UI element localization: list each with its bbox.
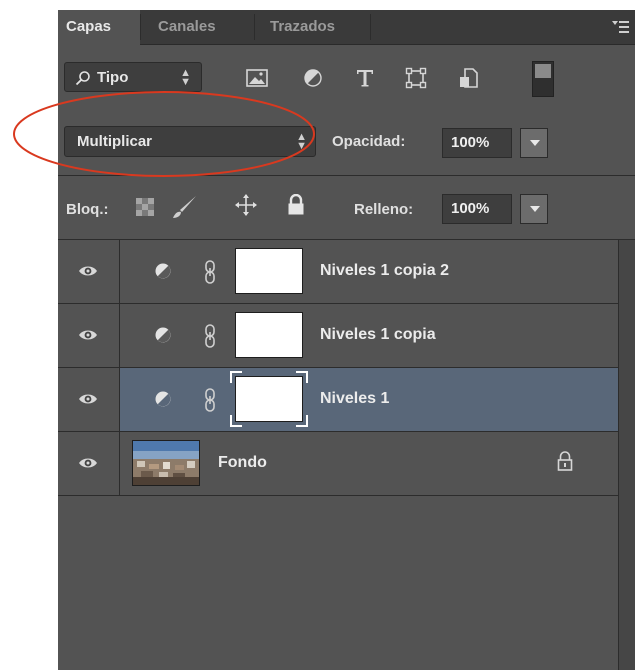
levels-adjustment-icon[interactable] [154, 262, 172, 280]
eye-visibility-icon[interactable] [78, 392, 98, 406]
image-filter-icon[interactable] [245, 66, 269, 90]
layer-row-niveles-1-copia[interactable]: Niveles 1 copia [58, 304, 618, 368]
visibility-column [58, 432, 120, 495]
tab-canales[interactable]: Canales [150, 10, 224, 44]
layer-image-thumbnail[interactable] [132, 440, 200, 486]
tab-separator [140, 14, 141, 40]
link-chain-icon[interactable] [204, 324, 216, 348]
eye-visibility-icon[interactable] [78, 456, 98, 470]
panel-tab-bar: Capas Canales Trazados [58, 10, 635, 45]
layers-scrollbar[interactable] [618, 240, 635, 670]
fill-dropdown-button[interactable] [520, 194, 548, 224]
visibility-column [58, 304, 120, 367]
opacity-dropdown-button[interactable] [520, 128, 548, 158]
levels-adjustment-icon[interactable] [154, 390, 172, 408]
layer-mask-thumbnail[interactable] [235, 312, 303, 358]
visibility-column [58, 368, 120, 431]
panel-menu-icon[interactable] [611, 18, 629, 36]
shape-filter-icon[interactable] [404, 66, 428, 90]
search-icon [75, 71, 90, 86]
cityscape-photo-icon [133, 441, 199, 485]
layer-name[interactable]: Fondo [218, 454, 267, 472]
opacity-input[interactable]: 100% [442, 128, 512, 158]
layer-name[interactable]: Niveles 1 [320, 390, 389, 408]
filter-toggle-switch[interactable] [532, 61, 554, 97]
layer-row-fondo[interactable]: Fondo [58, 432, 618, 496]
layer-row-niveles-1-copia-2[interactable]: Niveles 1 copia 2 [58, 240, 618, 304]
tab-capas[interactable]: Capas [58, 10, 140, 45]
layer-row-niveles-1[interactable]: Niveles 1 [58, 368, 618, 432]
tab-trazados[interactable]: Trazados [262, 10, 343, 44]
opacity-label: Opacidad: [332, 133, 406, 150]
layer-name[interactable]: Niveles 1 copia [320, 326, 436, 344]
lock-transparent-pixels-icon[interactable] [136, 198, 154, 216]
type-filter-icon[interactable] [353, 66, 377, 90]
mask-selected-corners [230, 371, 308, 427]
select-arrows-icon: ▲ ▼ [180, 67, 191, 88]
fill-label: Relleno: [354, 201, 414, 218]
toggle-knob [535, 64, 551, 78]
fill-input[interactable]: 100% [442, 194, 512, 224]
link-chain-icon[interactable] [204, 260, 216, 284]
link-chain-icon[interactable] [204, 388, 216, 412]
layer-lock-icon[interactable] [556, 450, 574, 472]
eye-visibility-icon[interactable] [78, 264, 98, 278]
lock-position-move-icon[interactable] [234, 193, 258, 217]
tab-separator [254, 14, 255, 40]
smart-object-filter-icon[interactable] [457, 66, 481, 90]
adjustment-filter-icon[interactable] [301, 66, 325, 90]
layer-name[interactable]: Niveles 1 copia 2 [320, 262, 449, 280]
eye-visibility-icon[interactable] [78, 328, 98, 342]
tab-separator [370, 14, 371, 40]
lock-all-icon[interactable] [287, 194, 305, 216]
annotation-ellipse [13, 91, 315, 177]
filter-kind-label: Tipo [97, 69, 129, 86]
layer-mask-thumbnail[interactable] [235, 248, 303, 294]
visibility-column [58, 240, 120, 303]
lock-image-pixels-brush-icon[interactable] [170, 194, 198, 220]
levels-adjustment-icon[interactable] [154, 326, 172, 344]
lock-label: Bloq.: [66, 201, 109, 218]
